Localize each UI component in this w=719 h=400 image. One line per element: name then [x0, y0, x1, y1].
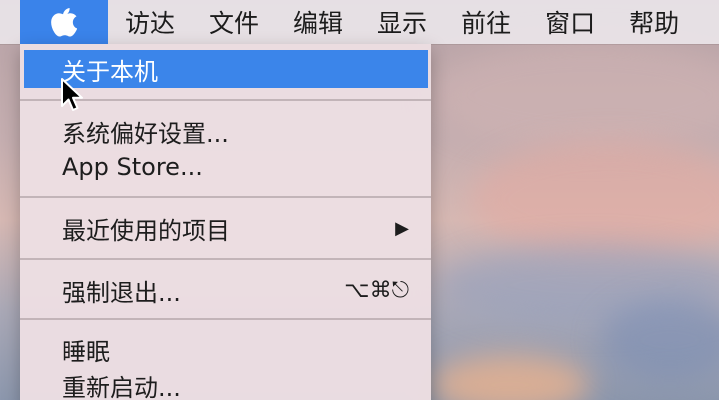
menu-item-label: 关于本机 [62, 57, 158, 86]
menubar-item-window[interactable]: 窗口 [528, 0, 612, 44]
menu-bar: 访达 文件 编辑 显示 前往 窗口 帮助 [0, 0, 719, 44]
menu-item-label: 最近使用的项目 [62, 216, 230, 245]
wallpaper-cloud [430, 40, 719, 150]
menu-item-recent-items[interactable]: 最近使用的项目 ▶ [20, 209, 431, 247]
menu-item-label: 睡眠 [62, 337, 110, 366]
wallpaper-cloud [470, 140, 719, 260]
menu-separator [20, 318, 431, 320]
menubar-item-edit[interactable]: 编辑 [276, 0, 360, 44]
menubar-item-go[interactable]: 前往 [444, 0, 528, 44]
menu-item-label: 重新启动... [62, 373, 181, 400]
mouse-pointer-icon [61, 78, 83, 111]
submenu-arrow-icon: ▶ [395, 217, 409, 239]
menu-item-force-quit[interactable]: 强制退出... ⌥⌘⎋ [20, 271, 431, 309]
menu-item-label: 系统偏好设置... [62, 119, 229, 148]
menu-item-sleep[interactable]: 睡眠 [20, 330, 431, 368]
menu-item-label: 强制退出... [62, 278, 181, 307]
apple-logo-icon [51, 8, 77, 37]
menu-separator [20, 258, 431, 260]
keyboard-shortcut: ⌥⌘⎋ [344, 277, 409, 303]
menubar-item-finder[interactable]: 访达 [108, 0, 192, 44]
menubar-item-view[interactable]: 显示 [360, 0, 444, 44]
wallpaper-cloud [430, 355, 590, 400]
menu-item-system-preferences[interactable]: 系统偏好设置... [20, 112, 431, 150]
wallpaper-cloud [600, 300, 719, 380]
menubar-item-file[interactable]: 文件 [192, 0, 276, 44]
menu-item-app-store[interactable]: App Store... [20, 148, 431, 186]
menu-separator [20, 196, 431, 198]
apple-menu-button[interactable] [20, 0, 108, 44]
menubar-item-help[interactable]: 帮助 [612, 0, 696, 44]
menu-item-restart[interactable]: 重新启动... [20, 366, 431, 400]
menu-item-label: App Store... [62, 153, 203, 181]
